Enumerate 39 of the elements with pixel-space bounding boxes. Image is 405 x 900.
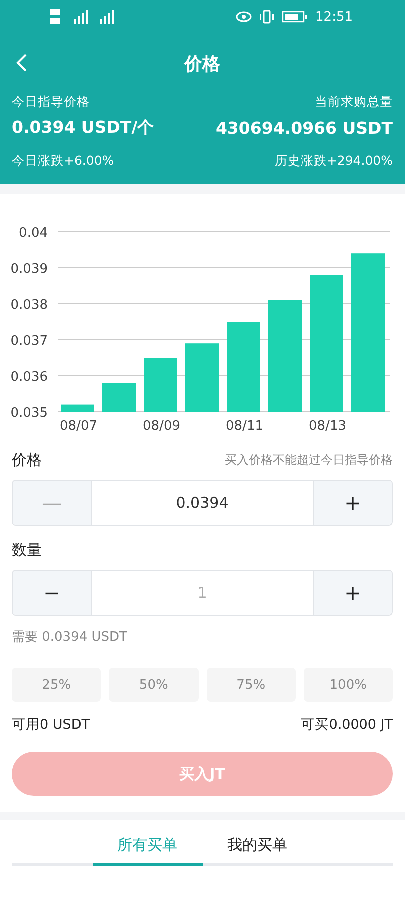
required-amount: 需要 0.0394 USDT (12, 629, 128, 646)
axis-label: 0.035 (10, 406, 48, 421)
number-stepper[interactable]: — 0.0394 + (12, 480, 393, 526)
axis-label: 08/07 (60, 419, 98, 434)
plus-button[interactable]: + (314, 481, 392, 525)
price-label: 价格 (12, 450, 42, 470)
total-label: 当前求购总量 (315, 94, 393, 111)
bar (102, 383, 136, 412)
eye-icon (236, 11, 252, 23)
bar (61, 404, 94, 412)
input-field[interactable]: 0.0394 (91, 481, 314, 525)
axis-label: 0.037 (10, 334, 48, 349)
guide-price: 0.0394 USDT/个 (12, 117, 155, 139)
minus-button[interactable]: − (13, 571, 91, 615)
axis-label: 0.04 (19, 226, 48, 241)
axis-label: 08/09 (143, 419, 180, 434)
bar (186, 344, 219, 412)
quantity-label: 数量 (12, 540, 42, 560)
price-hint: 买入价格不能超过今日指导价格 (225, 452, 393, 468)
tab[interactable]: 我的买单 (202, 828, 312, 866)
input-field[interactable]: 1 (91, 571, 314, 615)
number-stepper[interactable]: − 1 + (12, 570, 393, 616)
axis-label: 08/13 (309, 419, 346, 434)
history-change: 历史涨跌+294.00% (274, 153, 393, 170)
axis-label: 0.036 (10, 370, 48, 385)
axis-label: 0.039 (10, 262, 48, 277)
status-time: 12:51 (316, 10, 353, 24)
today-change: 今日涨跌+6.00% (12, 153, 114, 170)
guide-price-label: 今日指导价格 (12, 94, 90, 111)
total-amount: 430694.0966 USDT (216, 118, 393, 138)
available-balance: 可用0 USDT (12, 716, 90, 734)
axis-label: 0.038 (10, 298, 48, 313)
vibrate-icon (260, 10, 274, 24)
plus-button[interactable]: + (314, 571, 392, 615)
axis-label: 08/11 (226, 419, 264, 434)
page-title: 价格 (184, 53, 220, 76)
bar (144, 358, 178, 412)
battery-icon (282, 11, 308, 23)
buyable-amount: 可买0.0000 JT (301, 716, 393, 734)
